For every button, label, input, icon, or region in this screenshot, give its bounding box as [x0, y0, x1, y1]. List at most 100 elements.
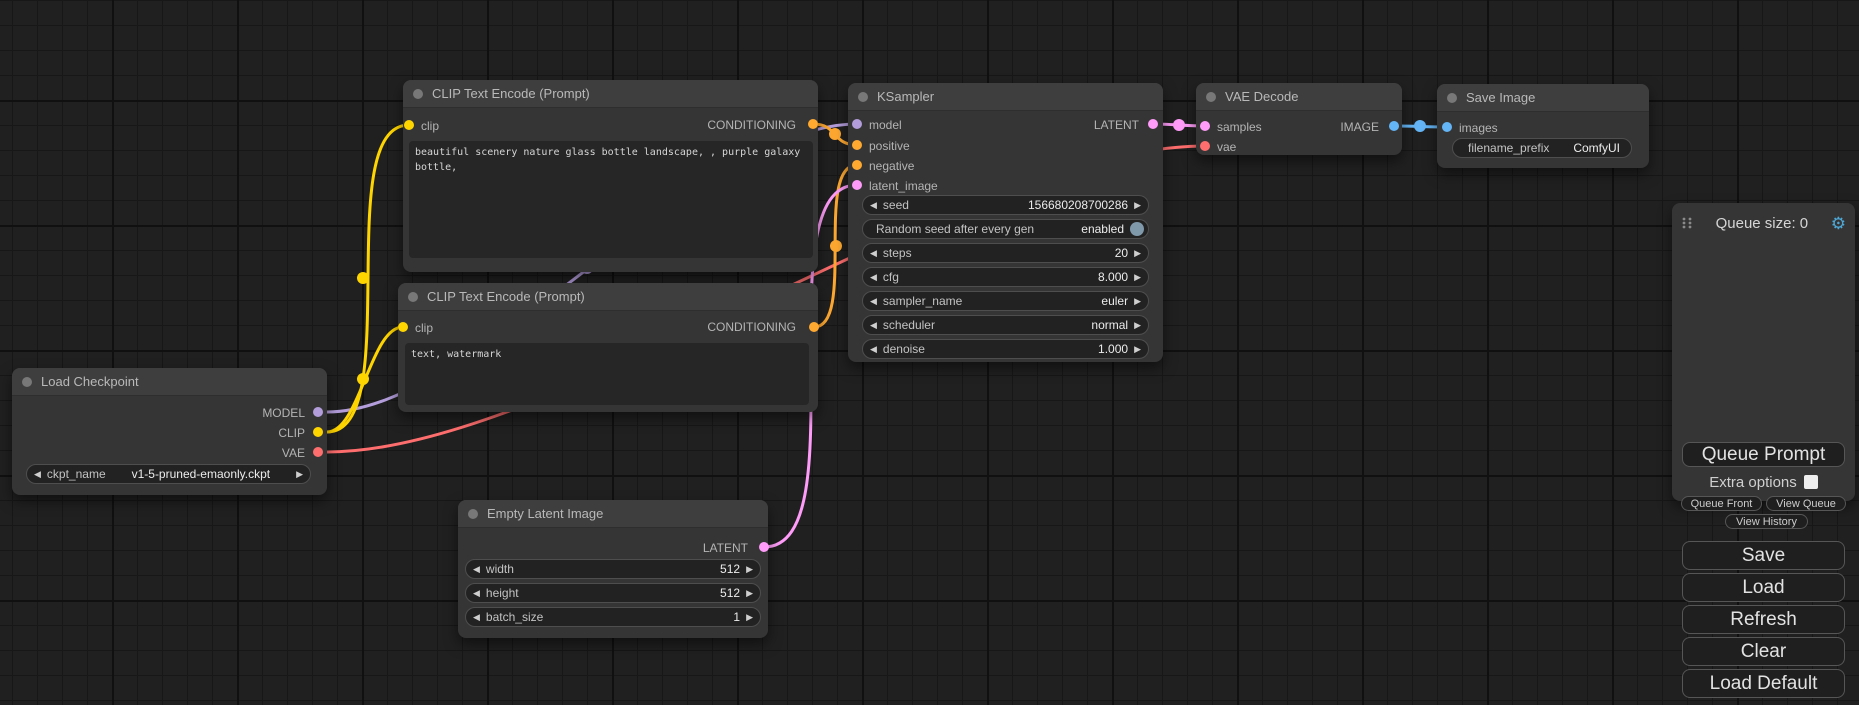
node-title-bar[interactable]: Empty Latent Image	[458, 500, 768, 528]
steps-widget[interactable]: ◀ steps 20 ▶	[862, 243, 1149, 263]
increment-arrow-icon[interactable]: ▶	[746, 565, 753, 574]
increment-arrow-icon[interactable]: ▶	[1134, 249, 1141, 258]
input-slot-positive[interactable]	[852, 140, 862, 150]
node-ksampler[interactable]: KSampler model positive negative latent_…	[848, 83, 1163, 362]
decrement-arrow-icon[interactable]: ◀	[473, 589, 480, 598]
load-button[interactable]: Load	[1682, 573, 1845, 602]
decrement-arrow-icon[interactable]: ◀	[473, 565, 480, 574]
output-slot-model[interactable]	[313, 407, 323, 417]
node-title-bar[interactable]: Save Image	[1437, 84, 1649, 112]
random-seed-toggle-widget[interactable]: Random seed after every gen enabled	[862, 219, 1149, 239]
node-graph-canvas[interactable]: Load Checkpoint MODEL CLIP VAE ◀ ckpt_na…	[0, 0, 1859, 705]
output-slot-latent[interactable]	[1148, 119, 1158, 129]
input-slot-latent-image[interactable]	[852, 180, 862, 190]
decrement-arrow-icon[interactable]: ◀	[870, 249, 877, 258]
node-status-dot-icon	[858, 92, 868, 102]
wire-midpoint-dot[interactable]	[1414, 120, 1426, 132]
queue-prompt-button[interactable]: Queue Prompt	[1682, 442, 1845, 467]
output-slot-conditioning[interactable]	[809, 322, 819, 332]
extra-options-checkbox[interactable]	[1804, 475, 1818, 489]
decrement-arrow-icon[interactable]: ◀	[870, 321, 877, 330]
node-save-image[interactable]: Save Image images filename_prefix ComfyU…	[1437, 84, 1649, 168]
node-status-dot-icon	[413, 89, 423, 99]
batch-size-widget[interactable]: ◀ batch_size 1 ▶	[465, 607, 761, 627]
decrement-arrow-icon[interactable]: ◀	[870, 273, 877, 282]
scheduler-widget[interactable]: ◀ scheduler normal ▶	[862, 315, 1149, 335]
queue-front-button[interactable]: Queue Front	[1681, 496, 1762, 511]
widget-label: width	[486, 562, 514, 576]
prompt-textarea[interactable]: beautiful scenery nature glass bottle la…	[409, 141, 813, 258]
input-slot-model[interactable]	[852, 119, 862, 129]
output-slot-vae[interactable]	[313, 447, 323, 457]
decrement-arrow-icon[interactable]: ◀	[34, 470, 41, 479]
widget-label: denoise	[883, 342, 925, 356]
wire-midpoint-dot[interactable]	[1173, 119, 1185, 131]
node-title-bar[interactable]: Load Checkpoint	[12, 368, 327, 396]
wire-midpoint-dot[interactable]	[830, 240, 842, 252]
output-slot-conditioning[interactable]	[808, 119, 818, 129]
increment-arrow-icon[interactable]: ▶	[746, 613, 753, 622]
save-button[interactable]: Save	[1682, 541, 1845, 570]
decrement-arrow-icon[interactable]: ◀	[870, 345, 877, 354]
increment-arrow-icon[interactable]: ▶	[1134, 321, 1141, 330]
node-vae-decode[interactable]: VAE Decode samples vae IMAGE	[1196, 83, 1402, 155]
refresh-button[interactable]: Refresh	[1682, 605, 1845, 634]
increment-arrow-icon[interactable]: ▶	[1134, 273, 1141, 282]
height-widget[interactable]: ◀ height 512 ▶	[465, 583, 761, 603]
node-clip-text-encode-negative[interactable]: CLIP Text Encode (Prompt) clip CONDITION…	[398, 283, 818, 412]
input-slot-clip[interactable]	[404, 120, 414, 130]
output-slot-clip[interactable]	[313, 427, 323, 437]
drag-handle-icon[interactable]	[1681, 216, 1693, 230]
seed-widget[interactable]: ◀ seed 156680208700286 ▶	[862, 195, 1149, 215]
wire-midpoint-dot[interactable]	[357, 272, 369, 284]
gear-icon[interactable]: ⚙	[1831, 215, 1846, 232]
widget-value: v1-5-pruned-emaonly.ckpt	[112, 467, 290, 481]
node-title: CLIP Text Encode (Prompt)	[432, 86, 590, 101]
output-slot-latent[interactable]	[759, 542, 769, 552]
increment-arrow-icon[interactable]: ▶	[1134, 345, 1141, 354]
node-empty-latent-image[interactable]: Empty Latent Image LATENT ◀ width 512 ▶ …	[458, 500, 768, 638]
input-slot-negative[interactable]	[852, 160, 862, 170]
node-clip-text-encode-positive[interactable]: CLIP Text Encode (Prompt) clip CONDITION…	[403, 80, 818, 272]
input-slot-clip[interactable]	[398, 322, 408, 332]
toggle-enabled-icon[interactable]	[1130, 222, 1144, 236]
widget-value: 512	[720, 562, 740, 576]
input-label-model: model	[869, 118, 902, 132]
node-load-checkpoint[interactable]: Load Checkpoint MODEL CLIP VAE ◀ ckpt_na…	[12, 368, 327, 495]
filename-prefix-widget[interactable]: filename_prefix ComfyUI	[1452, 138, 1632, 158]
decrement-arrow-icon[interactable]: ◀	[870, 297, 877, 306]
wire-midpoint-dot[interactable]	[829, 128, 841, 140]
input-slot-samples[interactable]	[1200, 121, 1210, 131]
cfg-widget[interactable]: ◀ cfg 8.000 ▶	[862, 267, 1149, 287]
widget-value: ComfyUI	[1573, 141, 1620, 155]
wire-midpoint-dot[interactable]	[357, 373, 369, 385]
node-title-bar[interactable]: CLIP Text Encode (Prompt)	[398, 283, 818, 311]
widget-label: ckpt_name	[47, 467, 106, 481]
ckpt-name-widget[interactable]: ◀ ckpt_name v1-5-pruned-emaonly.ckpt ▶	[26, 464, 311, 484]
sampler-name-widget[interactable]: ◀ sampler_name euler ▶	[862, 291, 1149, 311]
prompt-textarea[interactable]: text, watermark	[405, 343, 809, 405]
input-slot-vae[interactable]	[1200, 141, 1210, 151]
clear-button[interactable]: Clear	[1682, 637, 1845, 666]
increment-arrow-icon[interactable]: ▶	[746, 589, 753, 598]
increment-arrow-icon[interactable]: ▶	[1134, 297, 1141, 306]
increment-arrow-icon[interactable]: ▶	[296, 470, 303, 479]
node-title-bar[interactable]: CLIP Text Encode (Prompt)	[403, 80, 818, 108]
node-title-bar[interactable]: KSampler	[848, 83, 1163, 111]
queue-panel[interactable]: Queue size: 0 ⚙ Queue Prompt Extra optio…	[1672, 203, 1855, 501]
denoise-widget[interactable]: ◀ denoise 1.000 ▶	[862, 339, 1149, 359]
widget-label: filename_prefix	[1468, 141, 1549, 155]
decrement-arrow-icon[interactable]: ◀	[870, 201, 877, 210]
widget-value: 1.000	[1098, 342, 1128, 356]
queue-size-label: Queue size: 0	[1693, 215, 1831, 232]
input-slot-images[interactable]	[1442, 122, 1452, 132]
node-title-bar[interactable]: VAE Decode	[1196, 83, 1402, 111]
width-widget[interactable]: ◀ width 512 ▶	[465, 559, 761, 579]
increment-arrow-icon[interactable]: ▶	[1134, 201, 1141, 210]
load-default-button[interactable]: Load Default	[1682, 669, 1845, 698]
output-slot-image[interactable]	[1389, 121, 1399, 131]
view-queue-button[interactable]: View Queue	[1766, 496, 1846, 511]
view-history-button[interactable]: View History	[1725, 514, 1808, 529]
decrement-arrow-icon[interactable]: ◀	[473, 613, 480, 622]
input-label-clip: clip	[421, 119, 439, 133]
